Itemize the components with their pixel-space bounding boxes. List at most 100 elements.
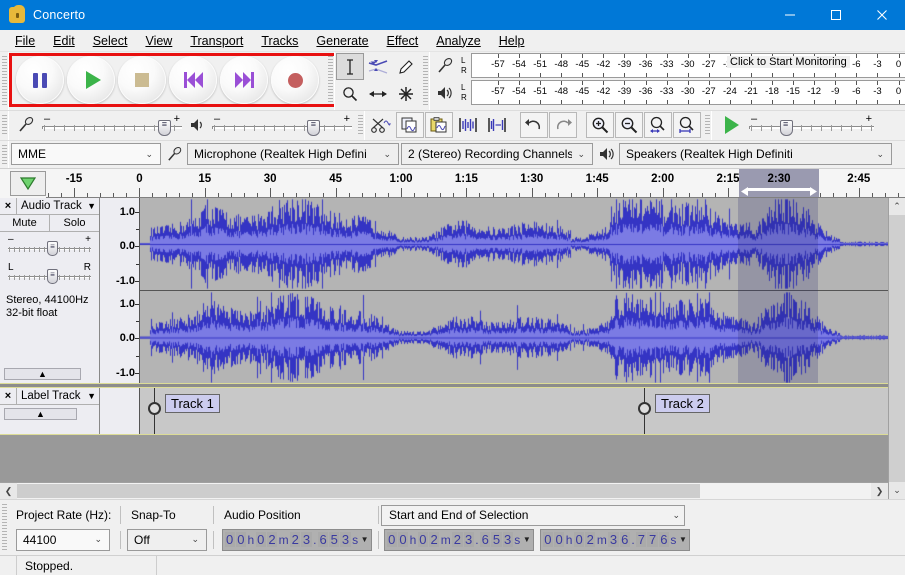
time-digit[interactable]: 5 <box>491 532 502 547</box>
snap-to-field[interactable]: Off ⌄ <box>123 528 211 551</box>
pause-button[interactable] <box>16 56 64 104</box>
vertical-scroll-trough[interactable] <box>889 215 905 482</box>
label-handle-icon[interactable] <box>148 400 161 417</box>
cut-icon[interactable] <box>367 112 395 138</box>
time-digit[interactable]: 3 <box>340 532 351 547</box>
play-at-speed-icon[interactable] <box>718 116 746 134</box>
snap-to-select[interactable]: Off ⌄ <box>127 528 207 551</box>
multi-tool-icon[interactable] <box>392 80 420 107</box>
play-at-speed-toolbar-grip[interactable] <box>703 111 711 140</box>
time-digit[interactable]: 3 <box>608 532 619 547</box>
selection-toolbar-grip[interactable] <box>0 500 8 555</box>
menu-tracks[interactable]: Tracks <box>252 32 307 50</box>
chevron-right-icon[interactable]: ❯ <box>871 483 888 499</box>
audio-track-control-panel[interactable]: × Audio Track ▼ Mute Solo – + ≡ L R ≡ St… <box>0 198 100 383</box>
output-volume-thumb[interactable] <box>307 119 321 136</box>
time-digit[interactable]: 3 <box>463 532 474 547</box>
fit-project-to-width-icon[interactable] <box>673 112 701 138</box>
time-digit[interactable]: 2 <box>452 532 463 547</box>
time-digit[interactable]: 0 <box>386 532 397 547</box>
label-text-box[interactable]: Track 2 <box>655 394 710 413</box>
mixer-toolbar-grip[interactable] <box>0 111 8 140</box>
time-unit[interactable]: s <box>513 533 521 547</box>
fit-selection-to-width-icon[interactable] <box>644 112 672 138</box>
solo-button[interactable]: Solo <box>50 215 99 231</box>
output-volume-slider[interactable]: – + <box>212 113 352 136</box>
menu-effect[interactable]: Effect <box>378 32 428 50</box>
audio-position-digits[interactable]: 0 0 h 0 2 m 2 3. 6 5 3 s ▼ <box>222 528 373 551</box>
skip-to-end-button[interactable] <box>220 56 268 104</box>
recording-device-select[interactable]: Microphone (Realtek High Defini ⌄ <box>187 143 399 165</box>
gain-slider[interactable]: – + ≡ <box>8 234 91 258</box>
menu-view[interactable]: View <box>136 32 181 50</box>
time-digit[interactable]: 0 <box>554 532 565 547</box>
time-digit[interactable]: 0 <box>224 532 235 547</box>
time-digit[interactable]: 2 <box>266 532 278 547</box>
gain-slider-thumb[interactable]: ≡ <box>47 241 58 256</box>
time-unit[interactable]: h <box>409 533 418 547</box>
label-track-resize-handle[interactable]: ▲ <box>4 408 77 420</box>
time-digit[interactable]: 7 <box>636 532 647 547</box>
spinner-icon[interactable]: ▼ <box>521 535 532 544</box>
label-track-labels-area[interactable]: Track 1 Track 2 <box>140 388 888 434</box>
label-handle-icon[interactable] <box>638 400 651 417</box>
selection-start-digits[interactable]: 0 0 h 0 2 m 2 3. 6 5 3 s ▼ <box>384 528 535 551</box>
input-volume-thumb[interactable] <box>158 119 172 136</box>
spinner-icon[interactable]: ▼ <box>359 535 370 544</box>
recording-channels-select[interactable]: 2 (Stereo) Recording Channels ⌄ <box>401 143 593 165</box>
chevron-left-icon[interactable]: ❮ <box>0 483 17 499</box>
waveform-selection-region[interactable] <box>738 198 818 383</box>
audio-position-field[interactable]: 0 0 h 0 2 m 2 3. 6 5 3 s ▼ <box>216 528 376 551</box>
menu-edit[interactable]: Edit <box>44 32 84 50</box>
time-unit[interactable]: h <box>565 533 574 547</box>
time-unit[interactable]: s <box>351 533 359 547</box>
copy-icon[interactable] <box>396 112 424 138</box>
audio-track-name-menu[interactable]: Audio Track ▼ <box>17 200 99 212</box>
playback-meter-toolbar[interactable]: L R -57 -54 -51 -48 -45 -42 -39 -36 -33 -30 -27 -24… <box>430 79 905 106</box>
time-digit[interactable]: 6 <box>619 532 630 547</box>
playback-device-select[interactable]: Speakers (Realtek High Definiti ⌄ <box>619 143 892 165</box>
zoom-out-icon[interactable] <box>615 112 643 138</box>
time-digit[interactable]: 0 <box>397 532 409 547</box>
label-text-box[interactable]: Track 1 <box>165 394 220 413</box>
time-digit[interactable]: 2 <box>585 532 596 547</box>
selection-tool-icon[interactable] <box>336 53 364 80</box>
label-track-name-menu[interactable]: Label Track ▼ <box>17 390 99 402</box>
playback-speed-slider[interactable]: – + <box>749 113 874 136</box>
time-unit[interactable]: . <box>630 533 635 547</box>
time-digit[interactable]: 3 <box>301 532 312 547</box>
monitoring-hint[interactable]: Click to Start Monitoring <box>727 56 850 68</box>
timeline-ruler[interactable]: -15 0 15 30 45 1:00 1:15 1:30 1:45 2:00 2:15 2:30 2:… <box>46 169 905 198</box>
time-digit[interactable]: 0 <box>417 532 429 547</box>
minimize-icon[interactable] <box>767 0 813 30</box>
time-unit[interactable]: m <box>440 533 452 547</box>
close-icon[interactable] <box>859 0 905 30</box>
skip-to-start-button[interactable] <box>169 56 217 104</box>
menu-select[interactable]: Select <box>84 32 137 50</box>
recording-meter-toolbar[interactable]: L R -57-54-51-48-45-42-39-36-33-30-27-24… <box>430 52 905 79</box>
zoom-in-icon[interactable] <box>586 112 614 138</box>
transport-toolbar-grip[interactable] <box>0 52 8 110</box>
time-digit[interactable]: 6 <box>317 532 329 547</box>
horizontal-scroll-thumb[interactable] <box>17 484 701 498</box>
timeline-selection-region[interactable]: 2:30 <box>739 169 819 197</box>
record-button[interactable] <box>271 56 319 104</box>
time-digit[interactable]: 5 <box>329 532 340 547</box>
project-rate-field[interactable]: 44100 ⌄ <box>8 528 118 551</box>
playback-meter[interactable]: -57 -54 -51 -48 -45 -42 -39 -36 -33 -30 -27 -24 -21-… <box>471 80 905 105</box>
label-track[interactable]: × Label Track ▼ ▲ Track 1 Track 2 <box>0 387 888 435</box>
menu-transport[interactable]: Transport <box>181 32 252 50</box>
time-unit[interactable]: m <box>278 533 290 547</box>
horizontal-scrollbar[interactable]: ❮ ❯ <box>0 482 888 499</box>
time-digit[interactable]: 3 <box>502 532 513 547</box>
draw-tool-icon[interactable] <box>392 53 420 80</box>
audio-track-resize-handle[interactable]: ▲ <box>4 368 81 380</box>
selection-end-digits[interactable]: 0 0 h 0 2 m 3 6. 7 7 6 s ▼ <box>540 528 691 551</box>
playback-speed-thumb[interactable] <box>779 119 793 136</box>
label-track-close-button[interactable]: × <box>0 387 17 405</box>
audio-host-select[interactable]: MME ⌄ <box>11 143 161 165</box>
menu-generate[interactable]: Generate <box>307 32 377 50</box>
meter-toolbar-grip[interactable] <box>421 52 429 110</box>
recording-meter[interactable]: -57-54-51-48-45-42-39-36-33-30-27-24-21-… <box>471 53 905 78</box>
trim-audio-outside-selection-icon[interactable] <box>454 112 482 138</box>
